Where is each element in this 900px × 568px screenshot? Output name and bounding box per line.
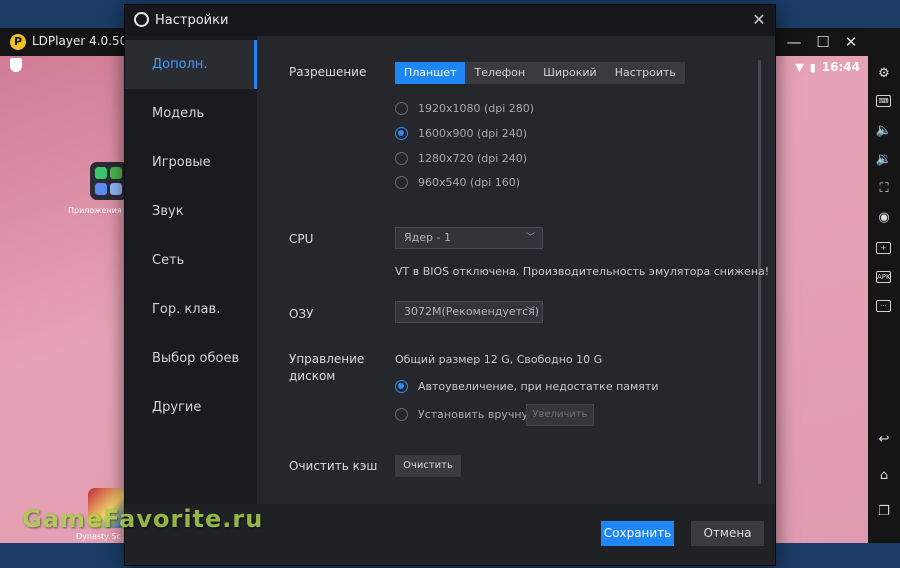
app-folder-label: Приложения с (68, 206, 128, 215)
more-icon[interactable]: ··· (876, 300, 891, 312)
radio-label: Автоувеличение, при недостатке памяти (418, 379, 659, 393)
clock: 16:44 (821, 60, 860, 74)
emulator-toolbar: ⚙ ⌨ 🔈 🔉 ⛶ ◉ + APK ··· ↩ ⌂ ❐ (868, 28, 900, 543)
disk-auto-option[interactable]: Автоувеличение, при недостатке памяти (395, 378, 659, 394)
disk-info: Общий размер 12 G, Свободно 10 G (395, 353, 603, 366)
recent-apps-icon[interactable]: ❐ (874, 502, 894, 522)
nav-item-label: Сеть (152, 253, 185, 268)
resolution-option-1920[interactable]: 1920x1080 (dpi 280) (395, 100, 534, 116)
settings-app-icon (110, 182, 122, 195)
nav-item-other[interactable]: Другие (125, 383, 257, 432)
play-store-icon (95, 167, 107, 179)
radio-button-selected[interactable] (395, 379, 408, 393)
minimize-icon[interactable]: — (783, 31, 805, 53)
gear-icon (134, 12, 149, 27)
chevron-down-icon: ﹀ (525, 233, 535, 243)
radio-label: 1280x720 (dpi 240) (418, 151, 528, 165)
gear-icon[interactable]: ⚙ (874, 64, 894, 84)
nav-item-label: Выбор обоев (152, 351, 240, 366)
dialog-titlebar: Настройки ✕ (125, 5, 775, 36)
radio-button[interactable] (395, 101, 408, 115)
resolution-option-1280[interactable]: 1280x720 (dpi 240) (395, 150, 527, 166)
disk-label-line2: диском (289, 369, 336, 383)
disk-label-line1: Управление (289, 352, 365, 366)
ram-select-value: 3072M(Рекомендуется) (404, 305, 540, 318)
back-icon[interactable]: ↩ (874, 430, 894, 450)
tab-tablet[interactable]: Планшет (395, 62, 466, 84)
disk-manual-option[interactable]: Установить вручную (395, 406, 537, 422)
nav-item-model[interactable]: Модель (125, 89, 257, 138)
vt-warning: VT в BIOS отключена. Производительность … (395, 265, 770, 278)
nav-item-label: Дополн. (152, 57, 208, 72)
dialog-title: Настройки (155, 13, 229, 28)
nav-item-game[interactable]: Игровые (125, 138, 257, 187)
ram-label: ОЗУ (289, 307, 314, 321)
resolution-option-1600[interactable]: 1600x900 (dpi 240) (395, 125, 527, 141)
cpu-select-value: Ядер - 1 (404, 231, 451, 244)
volume-down-icon[interactable]: 🔉 (874, 150, 894, 170)
nav-item-label: Звук (152, 204, 184, 219)
cpu-select[interactable]: Ядер - 1 ﹀ (395, 227, 543, 249)
wifi-icon: ▼ (795, 60, 804, 74)
close-icon[interactable]: ✕ (749, 10, 769, 30)
radio-button[interactable] (395, 407, 408, 421)
nav-item-label: Другие (152, 400, 202, 415)
watermark: GameFavorite.ru (22, 505, 264, 533)
settings-content: Разрешение Планшет Телефон Широкий Настр… (257, 36, 775, 504)
record-icon[interactable]: ◉ (874, 208, 894, 228)
shield-icon (10, 58, 22, 72)
nav-item-advanced[interactable]: Дополн. (125, 40, 257, 89)
app-folder-icon[interactable] (90, 162, 128, 200)
tab-custom[interactable]: Настроить (606, 62, 685, 84)
clear-cache-button[interactable]: Очистить (395, 455, 461, 477)
chevron-down-icon: ﹀ (525, 307, 535, 317)
home-icon[interactable]: ⌂ (874, 466, 894, 486)
radio-button[interactable] (395, 175, 408, 189)
game-app-label: Dynasty Sc (76, 532, 121, 541)
increase-button: Увеличить (526, 404, 594, 426)
radio-label: Установить вручную (418, 407, 538, 421)
radio-label: 1920x1080 (dpi 280) (418, 101, 535, 115)
tab-phone[interactable]: Телефон (465, 62, 534, 84)
radio-button-selected[interactable] (395, 126, 408, 140)
tab-wide[interactable]: Широкий (534, 62, 606, 84)
emulator-title: LDPlayer 4.0.50 (32, 34, 128, 48)
maximize-icon[interactable]: ☐ (812, 31, 834, 53)
ldplayer-logo-icon: P (10, 34, 26, 50)
nav-item-label: Модель (152, 106, 205, 121)
nav-item-label: Гор. клав. (152, 302, 221, 317)
game-center-icon (110, 167, 122, 179)
volume-up-icon[interactable]: 🔈 (874, 121, 894, 141)
nav-item-label: Игровые (152, 155, 211, 170)
settings-nav: Дополн. Модель Игровые Звук Сеть Гор. кл… (125, 36, 257, 504)
fullscreen-icon[interactable]: ⛶ (874, 179, 894, 199)
nav-item-hotkeys[interactable]: Гор. клав. (125, 285, 257, 334)
nav-item-sound[interactable]: Звук (125, 187, 257, 236)
resolution-label: Разрешение (289, 65, 367, 79)
nav-item-wallpaper[interactable]: Выбор обоев (125, 334, 257, 383)
battery-icon: ▮ (809, 60, 816, 74)
cancel-button[interactable]: Отмена (691, 521, 764, 546)
keyboard-icon[interactable]: ⌨ (876, 95, 891, 107)
nav-item-network[interactable]: Сеть (125, 236, 257, 285)
resolution-tabs: Планшет Телефон Широкий Настроить (395, 62, 685, 84)
save-button[interactable]: Сохранить (601, 521, 674, 546)
radio-button[interactable] (395, 151, 408, 165)
close-icon[interactable]: ✕ (840, 31, 862, 53)
status-icons: ▼ ▮ 16:44 (795, 58, 860, 76)
ram-select[interactable]: 3072M(Рекомендуется) ﹀ (395, 301, 543, 323)
browser-icon (95, 182, 107, 195)
resolution-option-960[interactable]: 960x540 (dpi 160) (395, 174, 520, 190)
cpu-label: CPU (289, 232, 314, 246)
add-apk-icon[interactable]: + (876, 242, 891, 254)
clear-cache-label: Очистить кэш (289, 459, 378, 473)
settings-dialog: Настройки ✕ Дополн. Модель Игровые Звук … (124, 4, 776, 566)
radio-label: 1600x900 (dpi 240) (418, 126, 528, 140)
apk-icon[interactable]: APK (876, 271, 891, 283)
radio-label: 960x540 (dpi 160) (418, 175, 521, 189)
